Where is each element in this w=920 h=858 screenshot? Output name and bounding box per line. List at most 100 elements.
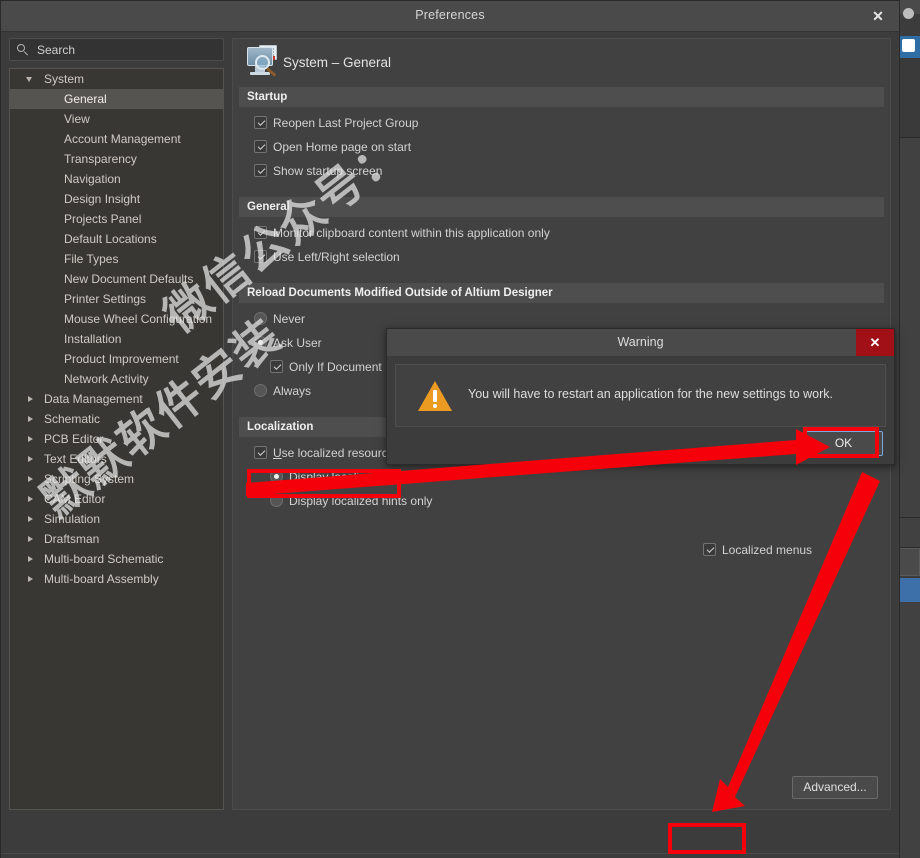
tree-item-label: General (64, 92, 107, 106)
tree-item-label: Scripting System (44, 472, 135, 486)
tree-item-system[interactable]: System (10, 69, 223, 89)
close-icon[interactable]: ✕ (863, 5, 893, 28)
option-label: Open Home page on start (273, 140, 412, 154)
tree-item-printer-settings[interactable]: Printer Settings (10, 289, 223, 309)
checkbox-localized-menus[interactable] (703, 543, 716, 556)
tree-item-transparency[interactable]: Transparency (10, 149, 223, 169)
page-header: System – General (233, 39, 890, 87)
option-row-reopen-last-project-group[interactable]: Reopen Last Project Group (233, 111, 890, 135)
option-label: Monitor clipboard content within this ap… (273, 226, 550, 240)
tree-item-new-document-defaults[interactable]: New Document Defaults (10, 269, 223, 289)
radio-never[interactable] (254, 312, 267, 325)
tree-item-label: Navigation (64, 172, 121, 186)
search-input[interactable] (35, 42, 219, 58)
tree-item-label: File Types (64, 252, 119, 266)
radio-always[interactable] (254, 384, 267, 397)
tree-item-network-activity[interactable]: Network Activity (10, 369, 223, 389)
chevron-right-icon[interactable] (28, 556, 33, 562)
tree-item-data-management[interactable]: Data Management (10, 389, 223, 409)
tree-item-text-editors[interactable]: Text Editors (10, 449, 223, 469)
radio-display-localized-hints-only[interactable] (270, 494, 283, 507)
tree-item-pcb-editor[interactable]: PCB Editor (10, 429, 223, 449)
warning-dialog: Warning ✕ You will have to restart an ap… (386, 328, 895, 465)
option-row-show-startup-screen[interactable]: Show startup screen (233, 159, 890, 183)
chevron-right-icon[interactable] (28, 576, 33, 582)
footer-button-bar: Set To DefaultsSave...Load...Import From… (1, 853, 899, 858)
sliver-region-a (899, 58, 920, 138)
radio-display-localized-dialogs[interactable] (270, 470, 283, 483)
tree-item-design-insight[interactable]: Design Insight (10, 189, 223, 209)
chevron-right-icon[interactable] (28, 396, 33, 402)
chevron-right-icon[interactable] (28, 416, 33, 422)
tree-item-scripting-system[interactable]: Scripting System (10, 469, 223, 489)
tree-item-default-locations[interactable]: Default Locations (10, 229, 223, 249)
tree-item-draftsman[interactable]: Draftsman (10, 529, 223, 549)
sliver-panel-icon (902, 39, 915, 52)
sliver-selected-row (899, 578, 920, 602)
warning-ok-button[interactable]: OK (804, 431, 883, 456)
tree-item-multi-board-schematic[interactable]: Multi-board Schematic (10, 549, 223, 569)
warning-title: Warning (617, 335, 664, 349)
chevron-right-icon[interactable] (28, 456, 33, 462)
option-row-open-home-page-on-start[interactable]: Open Home page on start (233, 135, 890, 159)
search-icon (17, 44, 29, 56)
section-header-general: General (239, 197, 884, 217)
section-options: Reopen Last Project Group Open Home page … (233, 107, 890, 187)
chevron-right-icon[interactable] (28, 516, 33, 522)
tree-item-account-management[interactable]: Account Management (10, 129, 223, 149)
tree-item-label: New Document Defaults (64, 272, 194, 286)
dialog-title: Preferences (415, 8, 485, 22)
sliver-region-d (899, 602, 920, 858)
tree-item-file-types[interactable]: File Types (10, 249, 223, 269)
chevron-right-icon[interactable] (28, 436, 33, 442)
tree-item-label: Schematic (44, 412, 101, 426)
checkbox-use-left-right-selection[interactable] (254, 250, 267, 263)
dialog-titlebar: Preferences ✕ (1, 1, 899, 32)
option-row-use-left-right-selection[interactable]: Use Left/Right selection (233, 245, 890, 269)
tree-item-cam-editor[interactable]: CAM Editor (10, 489, 223, 509)
checkbox-only-if-document-is-not-modified[interactable] (270, 360, 283, 373)
chevron-down-icon[interactable] (26, 77, 32, 82)
option-row-display-localized-dialogs[interactable]: Display localized dialogs (233, 465, 890, 489)
option-label: Always (273, 384, 312, 398)
checkbox-use-localized-resources[interactable] (254, 446, 267, 459)
tree-item-schematic[interactable]: Schematic (10, 409, 223, 429)
option-row-localized-menus[interactable]: Localized menus (703, 538, 812, 562)
tree-item-product-improvement[interactable]: Product Improvement (10, 349, 223, 369)
tree-item-label: PCB Editor (44, 432, 104, 446)
tree-item-view[interactable]: View (10, 109, 223, 129)
option-label: Never (273, 312, 306, 326)
tree-item-label: Product Improvement (64, 352, 179, 366)
tree-item-mouse-wheel-configuration[interactable]: Mouse Wheel Configuration (10, 309, 223, 329)
option-label: Localized menus (722, 543, 813, 557)
tree-item-navigation[interactable]: Navigation (10, 169, 223, 189)
checkbox-open-home-page-on-start[interactable] (254, 140, 267, 153)
checkbox-reopen-last-project-group[interactable] (254, 116, 267, 129)
warning-close-icon[interactable]: ✕ (856, 329, 894, 356)
background-application-sliver (898, 0, 920, 858)
section-header-reload-documents-modified-outside-of-altium-designer: Reload Documents Modified Outside of Alt… (239, 283, 884, 303)
checkbox-show-startup-screen[interactable] (254, 164, 267, 177)
tree-item-label: Multi-board Assembly (44, 572, 159, 586)
tree-item-general[interactable]: General (10, 89, 223, 109)
warning-body: You will have to restart an application … (395, 364, 886, 427)
chevron-right-icon[interactable] (28, 536, 33, 542)
tree-item-label: Network Activity (64, 372, 149, 386)
chevron-right-icon[interactable] (28, 476, 33, 482)
option-label: Show startup screen (273, 164, 383, 178)
option-row-display-localized-hints-only[interactable]: Display localized hints only (233, 489, 890, 513)
advanced-button[interactable]: Advanced... (792, 776, 878, 799)
tree-item-simulation[interactable]: Simulation (10, 509, 223, 529)
option-label: Use Left/Right selection (273, 250, 400, 264)
chevron-right-icon[interactable] (28, 496, 33, 502)
tree-item-projects-panel[interactable]: Projects Panel (10, 209, 223, 229)
checkbox-monitor-clipboard-content-within-this-application-only[interactable] (254, 226, 267, 239)
radio-ask-user[interactable] (254, 336, 267, 349)
navigation-pane: System General View Account Management Trans… (9, 38, 224, 810)
search-box[interactable] (9, 38, 224, 61)
option-row-monitor-clipboard-content-within-this-application-only[interactable]: Monitor clipboard content within this ap… (233, 221, 890, 245)
tree-item-multi-board-assembly[interactable]: Multi-board Assembly (10, 569, 223, 589)
tree-item-installation[interactable]: Installation (10, 329, 223, 349)
side-options-column: Localized menus (703, 538, 812, 562)
preferences-tree[interactable]: System General View Account Management Trans… (9, 68, 224, 810)
